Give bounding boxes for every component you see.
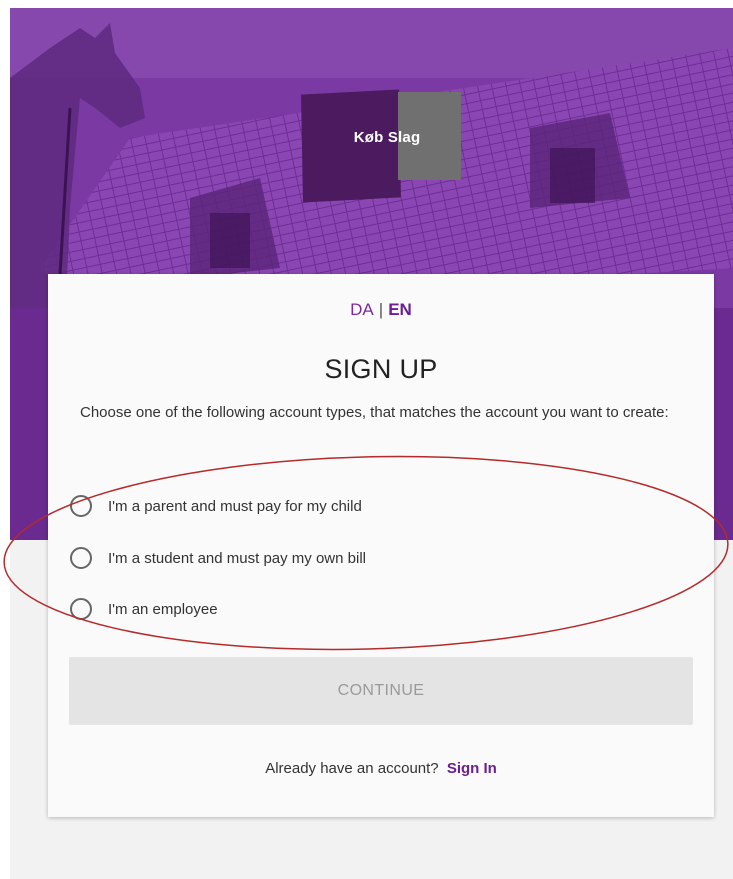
language-da-link[interactable]: DA [350, 300, 374, 319]
logo-text-right: Slag [387, 129, 421, 146]
page-background: Køb Slag DA | EN SIGN UP Choose one of the… [10, 8, 733, 879]
account-type-label: I'm a student and must pay my own bill [108, 549, 366, 567]
logo-dark-panel [301, 89, 401, 203]
radio-button-employee[interactable] [70, 598, 92, 620]
account-type-label: I'm a parent and must pay for my child [108, 497, 362, 515]
logo-text: Køb Slag [302, 129, 462, 146]
account-type-parent-option[interactable]: I'm a parent and must pay for my child [70, 494, 362, 518]
signup-card: DA | EN SIGN UP Choose one of the followin… [48, 274, 714, 817]
signin-row: Already have an account? Sign In [48, 760, 714, 777]
signin-link[interactable]: Sign In [447, 760, 497, 777]
language-separator: | [378, 300, 384, 319]
signin-prompt: Already have an account? [265, 760, 439, 777]
page-title: SIGN UP [324, 354, 438, 384]
account-type-student-option[interactable]: I'm a student and must pay my own bill [70, 546, 366, 570]
radio-button-student[interactable] [70, 547, 92, 569]
account-type-employee-option[interactable]: I'm an employee [70, 597, 218, 621]
continue-button[interactable]: CONTINUE [69, 657, 693, 725]
logo-text-left: Køb [353, 129, 384, 146]
radio-button-parent[interactable] [70, 495, 92, 517]
instructions-text: Choose one of the following account type… [80, 404, 669, 421]
language-switcher: DA | EN [48, 300, 714, 320]
language-en-link[interactable]: EN [388, 300, 412, 319]
account-type-label: I'm an employee [108, 600, 218, 618]
kobslag-logo: Køb Slag [301, 89, 462, 203]
